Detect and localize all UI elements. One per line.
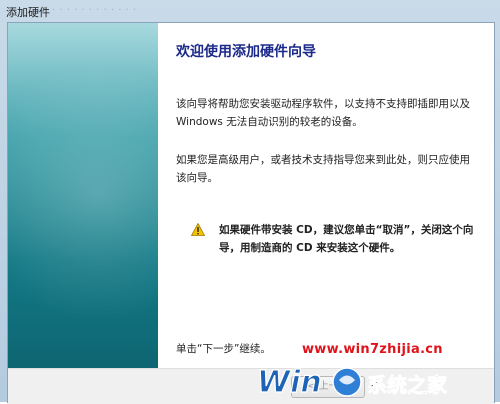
watermark: www.win7zhijia.cn Win 系统之家 xyxy=(255,342,500,402)
wizard-window: 添加硬件 · · · · · · · · · · · · 欢迎使用添加硬件向导 … xyxy=(0,0,500,404)
watermark-logo: Win 系统之家 xyxy=(256,364,448,400)
title-bar[interactable]: 添加硬件 · · · · · · · · · · · · xyxy=(0,0,500,22)
warning-text: 如果硬件带安装 CD，建议您单击“取消”，关闭这个向导，用制造商的 CD 来安装… xyxy=(219,224,474,254)
page-title: 欢迎使用添加硬件向导 xyxy=(176,44,316,60)
warning-icon xyxy=(191,223,205,236)
wizard-side-banner xyxy=(8,23,158,403)
watermark-url: www.win7zhijia.cn xyxy=(302,342,443,357)
watermark-brand: 系统之家 xyxy=(367,373,448,397)
intro-paragraph: 该向导将帮助您安装驱动程序软件，以支持不支持即插即用以及 Windows 无法自… xyxy=(176,98,470,128)
advanced-user-paragraph: 如果您是高级用户，或者技术支持指导您来到此处，则只应使用该向导。 xyxy=(176,154,470,184)
warning-notice: 如果硬件带安装 CD，建议您单击“取消”，关闭这个向导，用制造商的 CD 来安装… xyxy=(191,221,491,265)
svg-text:Win: Win xyxy=(257,365,322,400)
window-title: 添加硬件 xyxy=(6,6,50,19)
banner-glow xyxy=(8,63,158,323)
window-title-blurred: · · · · · · · · · · · · xyxy=(52,5,137,16)
